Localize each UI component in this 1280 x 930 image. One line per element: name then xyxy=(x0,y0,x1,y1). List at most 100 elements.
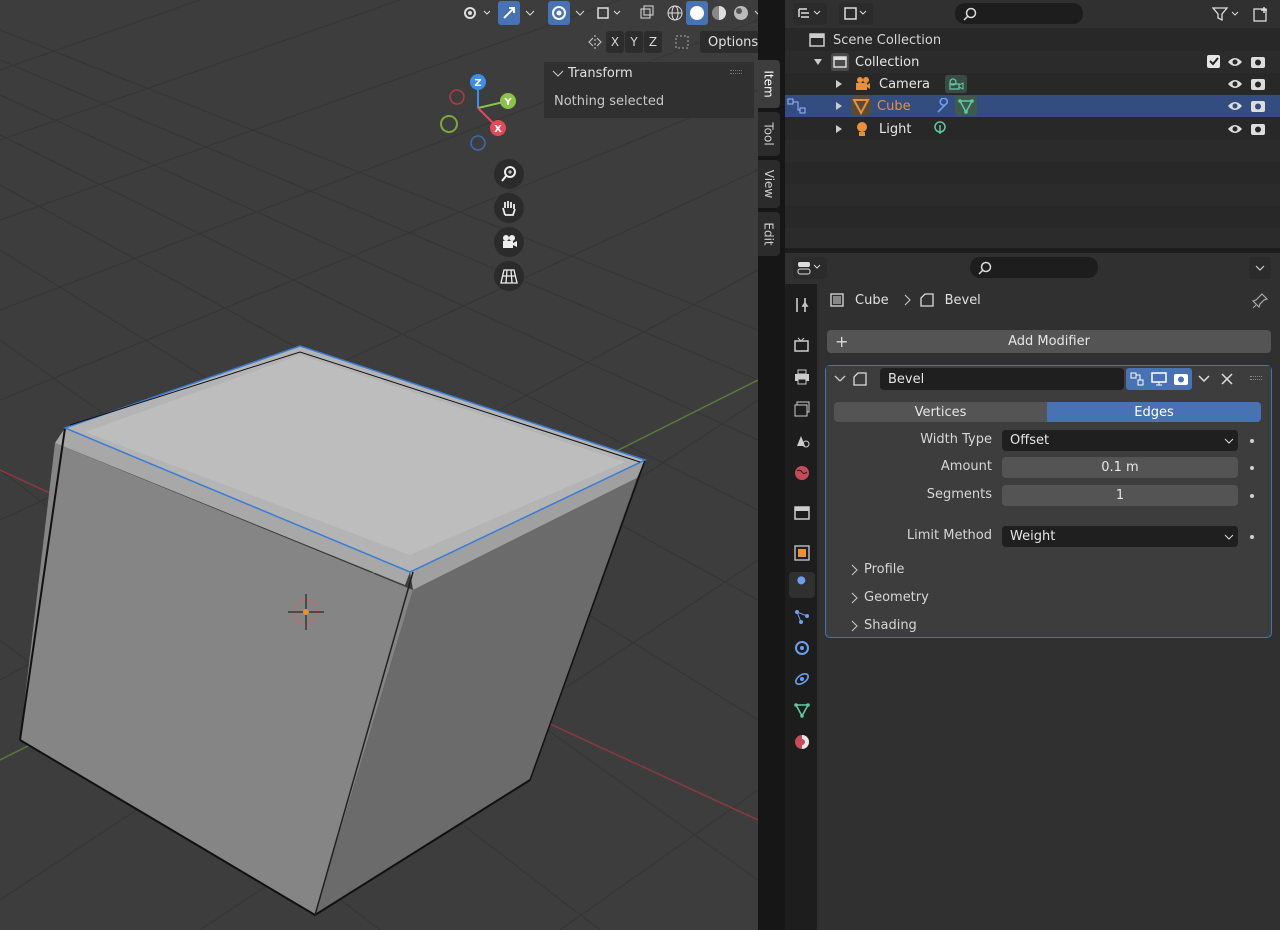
options-dropdown[interactable]: Options xyxy=(700,31,758,53)
modifier-name-input[interactable]: Bevel xyxy=(880,368,1124,390)
ortho-toggle-button[interactable] xyxy=(494,261,524,291)
drag-handle-icon[interactable] xyxy=(1250,376,1262,380)
wrench-icon[interactable] xyxy=(935,98,951,114)
material-shading-button[interactable] xyxy=(708,1,730,25)
keyframe-dot-icon[interactable] xyxy=(1250,439,1254,443)
display-mode-dropdown[interactable] xyxy=(793,3,827,25)
scene-collection-row[interactable]: Scene Collection xyxy=(785,29,1280,51)
camera-view-button[interactable] xyxy=(494,227,524,257)
add-modifier-button[interactable]: + Add Modifier xyxy=(827,330,1271,353)
subpanel-profile[interactable]: Profile xyxy=(850,562,904,577)
tab-object-data[interactable] xyxy=(789,697,815,723)
segments-field[interactable]: 1 xyxy=(1002,485,1238,506)
tab-view-layer[interactable] xyxy=(789,396,815,422)
render-camera-icon[interactable] xyxy=(1250,54,1266,70)
tab-output[interactable] xyxy=(789,364,815,390)
tab-physics[interactable] xyxy=(789,635,815,661)
mesh-edit-dropdown[interactable] xyxy=(594,1,624,25)
cube-object[interactable] xyxy=(19,345,648,917)
options-menu-button[interactable] xyxy=(1249,257,1271,279)
tab-item[interactable]: Item xyxy=(758,60,780,108)
properties-search-input[interactable] xyxy=(970,257,1098,278)
render-camera-icon[interactable] xyxy=(1250,76,1266,92)
disclosure-closed-icon[interactable] xyxy=(835,79,843,89)
3d-viewport[interactable]: X Y Z Options Z Y X Transform Nothing se… xyxy=(0,0,758,930)
tab-tool-settings[interactable] xyxy=(789,292,815,318)
disclosure-closed-icon[interactable] xyxy=(835,101,843,111)
tab-particles[interactable] xyxy=(789,604,815,630)
disclosure-open-icon[interactable] xyxy=(813,57,823,67)
mesh-data-icon[interactable] xyxy=(955,96,977,116)
scene-collection-label: Scene Collection xyxy=(833,32,942,48)
tab-material[interactable] xyxy=(789,729,815,755)
keyframe-dot-icon[interactable] xyxy=(1250,494,1254,498)
xray-toggle-button[interactable] xyxy=(636,1,658,25)
image-icon xyxy=(844,7,867,20)
gizmo-toggle-button[interactable] xyxy=(498,1,520,25)
tab-object[interactable] xyxy=(789,540,815,566)
filter-dropdown[interactable] xyxy=(1209,3,1243,25)
mirror-x-button[interactable]: X xyxy=(606,31,624,53)
camera-icon xyxy=(856,77,870,90)
mirror-z-button[interactable]: Z xyxy=(644,31,662,53)
pan-button[interactable] xyxy=(494,193,524,223)
tab-scene[interactable] xyxy=(789,428,815,454)
amount-field[interactable]: 0.1 m xyxy=(1002,457,1238,478)
render-camera-icon[interactable] xyxy=(1250,98,1266,114)
eye-icon[interactable] xyxy=(1227,55,1243,69)
editor-type-dropdown[interactable] xyxy=(793,257,827,279)
filter-view-dropdown[interactable] xyxy=(839,3,873,25)
tab-world[interactable] xyxy=(789,460,815,486)
subpanel-geometry[interactable]: Geometry xyxy=(850,590,929,605)
chevron-down-icon[interactable] xyxy=(522,1,538,25)
affect-vertices-button[interactable]: Vertices xyxy=(834,402,1047,422)
eye-icon[interactable] xyxy=(1227,77,1243,91)
transform-header[interactable]: Transform xyxy=(552,66,633,81)
camera-data-icon[interactable] xyxy=(945,75,967,93)
tab-render[interactable] xyxy=(789,332,815,358)
tab-constraints[interactable] xyxy=(789,666,815,692)
navigation-gizmo[interactable]: Z Y X xyxy=(430,68,530,158)
chevron-down-icon[interactable] xyxy=(750,0,758,26)
edit-mode-icon[interactable] xyxy=(1129,371,1145,387)
mirror-y-button[interactable]: Y xyxy=(625,31,643,53)
subpanel-shading[interactable]: Shading xyxy=(850,618,917,633)
render-camera-icon[interactable] xyxy=(1173,371,1189,387)
render-camera-icon[interactable] xyxy=(1250,121,1266,137)
disclosure-closed-icon[interactable] xyxy=(835,124,843,134)
monitor-icon[interactable] xyxy=(1151,371,1167,387)
outliner-item-cube[interactable]: Cube xyxy=(785,95,1280,117)
zoom-button[interactable] xyxy=(494,159,524,189)
tab-edit[interactable]: Edit xyxy=(758,212,780,256)
tab-view[interactable]: View xyxy=(758,160,780,208)
keyframe-dot-icon[interactable] xyxy=(1250,466,1254,470)
outliner-search-input[interactable] xyxy=(955,3,1083,24)
checkbox-checked-icon[interactable] xyxy=(1207,55,1221,69)
snap-icon[interactable] xyxy=(669,31,695,53)
width-type-dropdown[interactable]: Offset xyxy=(1002,430,1238,451)
eye-icon[interactable] xyxy=(1227,122,1243,136)
eye-icon[interactable] xyxy=(1227,99,1243,113)
visibility-dropdown[interactable] xyxy=(458,1,492,25)
rendered-shading-button[interactable] xyxy=(730,1,752,25)
new-collection-button[interactable] xyxy=(1249,3,1273,25)
outliner-item-camera[interactable]: Camera xyxy=(785,73,1280,95)
chevron-down-icon[interactable] xyxy=(834,374,846,384)
overlays-toggle-button[interactable] xyxy=(548,1,570,25)
keyframe-dot-icon[interactable] xyxy=(1250,535,1254,539)
remove-modifier-button[interactable] xyxy=(1216,368,1238,390)
outliner-item-light[interactable]: Light xyxy=(785,118,1280,140)
modifier-menu-button[interactable] xyxy=(1194,368,1214,390)
light-data-icon[interactable] xyxy=(932,121,948,137)
limit-method-dropdown[interactable]: Weight xyxy=(1002,526,1238,547)
tab-modifiers[interactable] xyxy=(789,572,815,598)
pin-icon[interactable] xyxy=(1252,293,1268,309)
tab-tool[interactable]: Tool xyxy=(758,112,780,156)
affect-edges-button[interactable]: Edges xyxy=(1047,402,1261,422)
wireframe-shading-button[interactable] xyxy=(664,1,686,25)
tab-collection[interactable] xyxy=(789,500,815,526)
collection-row[interactable]: Collection xyxy=(785,51,1280,73)
drag-handle-icon[interactable] xyxy=(730,70,742,74)
solid-shading-button[interactable] xyxy=(686,1,708,25)
chevron-down-icon[interactable] xyxy=(572,1,588,25)
